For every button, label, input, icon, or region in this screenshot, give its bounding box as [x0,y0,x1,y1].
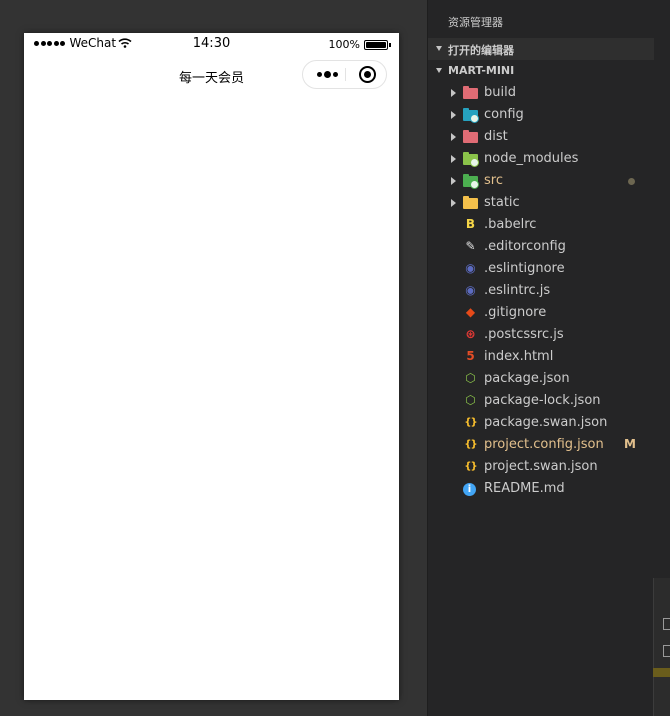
status-bar: WeChat 14:30 100% [24,33,399,55]
tree-file[interactable]: {} package.swan.json [428,412,670,434]
project-label: MART-MINI [448,64,515,77]
tree-folder[interactable]: node_modules [428,148,670,170]
tree-item-label: dist [484,129,508,144]
html-icon: 5 [466,349,475,363]
tree-item-label: config [484,107,524,122]
editorconfig-icon: ✎ [465,239,476,253]
tree-file[interactable]: {} project.swan.json [428,456,670,478]
explorer-title: 资源管理器 [448,16,503,29]
edge-panel-icon[interactable] [663,645,670,657]
chevron-right-icon[interactable] [451,155,456,163]
json-icon: {} [464,439,477,450]
tree-file[interactable]: ⊛ .postcssrc.js [428,324,670,346]
open-editors-section[interactable]: 打开的编辑器 [428,38,654,60]
git-status-dot [628,178,635,185]
project-section[interactable]: MART-MINI [428,60,654,82]
nodejs-icon: ⬡ [465,393,476,407]
battery-indicator: 100% [329,38,391,51]
chevron-right-icon[interactable] [451,177,456,185]
edge-panel-icon[interactable] [663,618,670,630]
folder-icon [463,86,478,100]
battery-percent: 100% [328,38,360,51]
folder-icon [463,196,478,210]
battery-fill [366,41,386,48]
nodejs-icon: ⬡ [465,371,476,385]
simulator-panel: WeChat 14:30 100% 每一天会员 [0,0,427,716]
tree-item-label: .editorconfig [484,239,566,254]
capsule-menu [302,60,387,89]
tree-folder[interactable]: config [428,104,670,126]
folder-src-icon [463,174,479,189]
tree-item-label: package.json [484,371,570,386]
eslint-icon: ◉ [465,283,476,297]
tree-file[interactable]: {} project.config.json M [428,434,670,456]
target-circle-icon[interactable] [358,65,377,84]
battery-icon [364,39,388,50]
tree-item-label: package-lock.json [484,393,601,408]
tree-folder[interactable]: dist [428,126,670,148]
tree-file[interactable]: ◉ .eslintignore [428,258,670,280]
chevron-right-icon[interactable] [451,89,456,97]
git-icon: ◆ [465,305,476,319]
tree-file[interactable]: i README.md [428,478,670,500]
tree-folder[interactable]: static [428,192,670,214]
tree-item-label: package.swan.json [484,415,608,430]
postcss-icon: ⊛ [465,327,476,341]
tree-file[interactable]: B .babelrc [428,214,670,236]
capsule-divider [345,68,346,81]
battery-tip [389,42,391,47]
tree-item-label: build [484,85,516,100]
nav-bar: 每一天会员 [24,55,399,95]
json-icon: {} [464,461,477,472]
tree-file[interactable]: ◆ .gitignore [428,302,670,324]
json-icon: {} [464,417,477,428]
chevron-right-icon[interactable] [451,133,456,141]
tree-folder[interactable]: src [428,170,670,192]
explorer-panel: 资源管理器 打开的编辑器 MART-MINI build config dist no… [427,0,670,716]
tree-item-label: .eslintignore [484,261,565,276]
tree-item-label: node_modules [484,151,579,166]
folder-node-icon [463,152,479,167]
tree-item-label: src [484,173,503,188]
phone-screen: WeChat 14:30 100% 每一天会员 [24,33,399,700]
tree-item-label: README.md [484,481,565,496]
open-editors-label: 打开的编辑器 [448,44,514,57]
edge-panel-bar [653,668,670,677]
tree-file[interactable]: ⬡ package.json [428,368,670,390]
chevron-right-icon[interactable] [451,111,456,119]
tree-item-label: .gitignore [484,305,547,320]
tree-item-label: .eslintrc.js [484,283,551,298]
tree-file[interactable]: ⬡ package-lock.json [428,390,670,412]
tree-folder[interactable]: build [428,82,670,104]
tree-item-label: project.swan.json [484,459,598,474]
tree-item-label: static [484,195,520,210]
chevron-right-icon[interactable] [451,199,456,207]
tree-item-label: .babelrc [484,217,537,232]
caret-down-icon [436,68,442,73]
tree-item-label: .postcssrc.js [484,327,564,342]
caret-down-icon [436,46,442,51]
file-tree: build config dist node_modulessrc static B .ba… [428,82,670,500]
tree-file[interactable]: 5 index.html [428,346,670,368]
git-status-badge: M [624,437,636,451]
babel-icon: B [465,217,476,231]
info-icon: i [463,482,478,496]
folder-icon [463,130,478,144]
tree-item-label: index.html [484,349,554,364]
eslint-icon: ◉ [465,261,476,275]
folder-config-icon [463,108,479,123]
tree-file[interactable]: ✎ .editorconfig [428,236,670,258]
tree-item-label: project.config.json [484,437,604,452]
more-dots-icon[interactable] [312,61,342,88]
tree-file[interactable]: ◉ .eslintrc.js [428,280,670,302]
